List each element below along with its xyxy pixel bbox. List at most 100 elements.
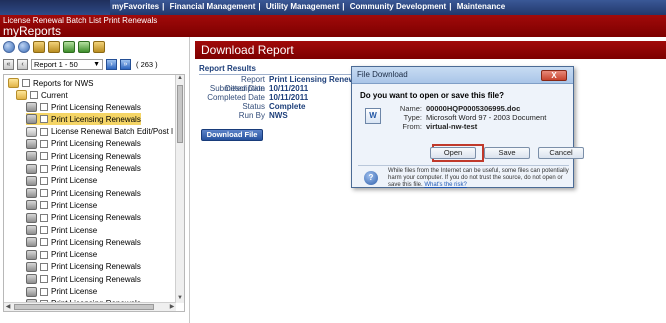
tree-item[interactable]: Print Licensing Renewals (26, 212, 141, 224)
result-value: Complete (269, 102, 306, 111)
printer-icon (26, 286, 37, 297)
tree-checkbox[interactable] (30, 91, 38, 99)
tree-item[interactable]: Print Licensing Renewals (26, 236, 141, 248)
cancel-button[interactable]: Cancel (538, 147, 584, 159)
refresh-icon[interactable] (18, 41, 30, 53)
tree-checkbox[interactable] (22, 79, 30, 87)
scroll-right-icon[interactable]: ▶ (168, 303, 176, 311)
tree-checkbox[interactable] (40, 250, 48, 259)
tree-item[interactable]: Print Licensing Renewals (26, 113, 141, 126)
close-button[interactable]: X (541, 70, 567, 81)
result-value: Print Licensing Renewa (269, 75, 353, 84)
nav-link-financial-management[interactable]: Financial Management (170, 2, 256, 11)
tree-checkbox[interactable] (40, 176, 48, 185)
tree-root[interactable]: Reports for NWS (8, 77, 93, 89)
print-icon[interactable] (48, 41, 60, 53)
tree-checkbox[interactable] (40, 275, 48, 284)
page-range-select[interactable]: Report 1 - 50 ▼ (31, 58, 103, 70)
next-page-button[interactable]: › (106, 58, 117, 70)
printer-icon (26, 225, 37, 235)
tree-checkbox[interactable] (40, 287, 48, 296)
file-name-label: Name: (399, 104, 422, 113)
report-results-heading: Report Results (199, 64, 359, 75)
tree-horizontal-scrollbar[interactable]: ◀ ▶ (4, 302, 176, 311)
tree-checkbox[interactable] (40, 139, 48, 148)
tree-item-label: Print Licensing Renewals (51, 237, 141, 247)
tree-checkbox[interactable] (40, 213, 48, 222)
report-tree: Reports for NWS Current Print Licensing … (3, 74, 185, 312)
security-warning: While files from the Internet can be use… (388, 168, 570, 189)
result-value: NWS (269, 111, 288, 120)
word-document-icon: W (365, 108, 381, 124)
open-button[interactable]: Open (430, 147, 476, 159)
whats-the-risk-link[interactable]: What's the risk? (424, 182, 467, 188)
download-file-button[interactable]: Download File (201, 129, 263, 141)
scroll-thumb[interactable] (177, 85, 183, 143)
nav-link-community-development[interactable]: Community Development (350, 2, 446, 11)
scroll-thumb[interactable] (14, 304, 154, 310)
tree-checkbox[interactable] (40, 103, 48, 111)
tree-checkbox[interactable] (40, 189, 48, 198)
tree-folder-current[interactable]: Current (16, 89, 68, 101)
nav-link-maintenance[interactable]: Maintenance (457, 2, 505, 11)
dialog-question: Do you want to open or save this file? (360, 91, 505, 100)
tree-item-label: Print Licensing Renewals (51, 139, 141, 149)
tree-item[interactable]: Print Licensing Renewals (26, 150, 141, 162)
scroll-down-icon[interactable]: ▼ (176, 295, 184, 303)
prev-page-button[interactable]: ‹ (17, 58, 28, 70)
tree-checkbox[interactable] (40, 226, 48, 234)
tree-checkbox[interactable] (40, 152, 48, 161)
first-page-button[interactable]: « (3, 58, 14, 70)
tree-vertical-scrollbar[interactable]: ▲ ▼ (175, 75, 184, 303)
tree-item[interactable]: Print Licensing Renewals (26, 101, 141, 113)
tree-checkbox[interactable] (40, 164, 48, 173)
nav-link-utility-management[interactable]: Utility Management (266, 2, 339, 11)
tree-item-label: Print Licensing Renewals (51, 102, 141, 112)
tree-item[interactable]: Print License (26, 286, 97, 298)
tree-checkbox[interactable] (40, 238, 48, 247)
tree-item[interactable]: License Renewal Batch Edit/Post l (26, 126, 173, 138)
tree-checkbox[interactable] (40, 201, 48, 210)
tree-item[interactable]: Print Licensing Renewals (26, 273, 141, 285)
file-details: Name: 00000HQP0005306995.doc Type: Micro… (398, 104, 546, 131)
tree-item-label: Print Licensing Renewals (51, 262, 141, 272)
nav-link-myfavorites[interactable]: myFavorites (112, 2, 159, 11)
tree-item[interactable]: Print License (26, 224, 97, 236)
tree-item[interactable]: Print Licensing Renewals (26, 163, 141, 175)
tree-item-label: Print License (51, 200, 98, 210)
tree-item-label: Print Licensing Renewals (51, 151, 141, 161)
tree-item[interactable]: Print License (26, 175, 97, 187)
last-page-button[interactable]: » (120, 58, 131, 70)
tree-checkbox[interactable] (40, 262, 48, 271)
security-shield-icon: ? (364, 171, 378, 185)
report-list-panel: « ‹ Report 1 - 50 ▼ › » ( 263 ) Reports … (0, 37, 190, 323)
printer-icon (26, 188, 37, 199)
back-icon[interactable] (3, 41, 15, 53)
tree-item-label: Print Licensing Renewals (51, 213, 141, 223)
file-type-value: Microsoft Word 97 - 2003 Document (426, 113, 547, 122)
tree-item[interactable]: Print Licensing Renewals (26, 138, 141, 150)
save-button[interactable]: Save (484, 147, 530, 159)
page-title: myReports (3, 24, 62, 38)
file-download-dialog: File Download X Do you want to open or s… (351, 66, 584, 189)
settings-icon[interactable] (93, 41, 105, 53)
printer-icon (26, 151, 37, 162)
export-icon[interactable] (63, 41, 75, 53)
printer-icon (26, 163, 37, 174)
printer-icon (26, 138, 37, 149)
tree-item[interactable]: Print License (26, 199, 97, 211)
result-label: Submitted Date (209, 84, 265, 93)
tree-checkbox[interactable] (40, 127, 48, 136)
scroll-up-icon[interactable]: ▲ (176, 75, 184, 83)
folder-icon[interactable] (33, 41, 45, 53)
tree-item[interactable]: Print Licensing Renewals (26, 187, 141, 199)
tree-item[interactable]: Print Licensing Renewals (26, 261, 141, 273)
download-icon[interactable] (78, 41, 90, 53)
tree-item[interactable]: Print License (26, 249, 97, 261)
tree-checkbox[interactable] (40, 115, 48, 124)
result-row: Submitted Date 10/11/2011 (199, 84, 359, 93)
file-type-row: Type: Microsoft Word 97 - 2003 Document (398, 113, 547, 122)
result-value: 10/11/2011 (269, 84, 309, 93)
printer-icon (26, 200, 37, 211)
scroll-left-icon[interactable]: ◀ (4, 303, 12, 311)
